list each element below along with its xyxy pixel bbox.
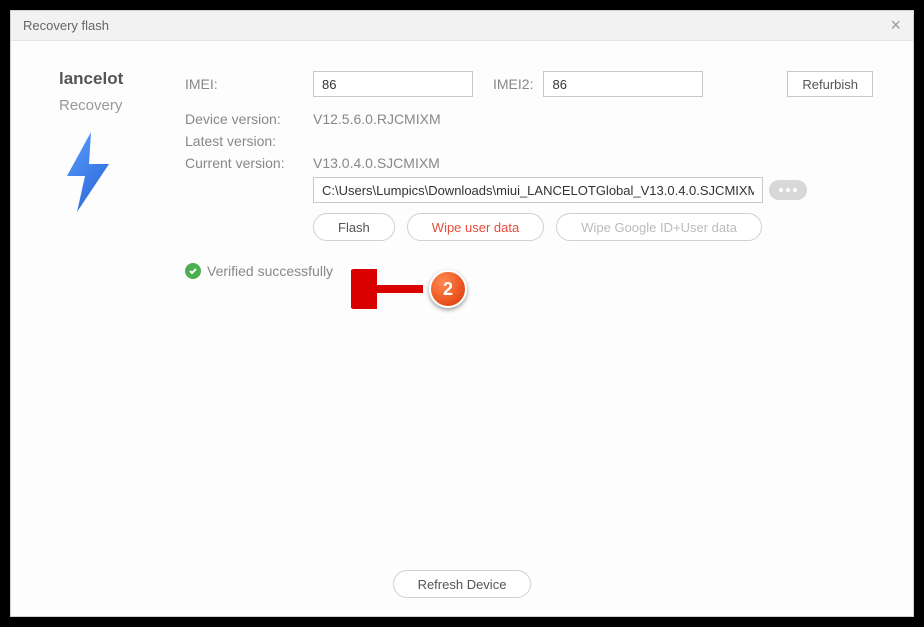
- checkmark-icon: [185, 263, 201, 279]
- close-icon[interactable]: ×: [890, 15, 901, 36]
- wipe-user-data-button[interactable]: Wipe user data: [407, 213, 544, 241]
- imei2-input[interactable]: [543, 71, 703, 97]
- device-sidebar: lancelot Recovery: [59, 69, 169, 212]
- browse-button[interactable]: [769, 180, 807, 200]
- titlebar: Recovery flash ×: [11, 11, 913, 41]
- imei-row: IMEI: IMEI2: Refurbish: [185, 71, 873, 97]
- current-version-value: V13.0.4.0.SJCMIXM: [313, 155, 440, 171]
- status-row: Verified successfully: [185, 263, 873, 279]
- latest-version-label: Latest version:: [185, 133, 313, 149]
- window-title: Recovery flash: [23, 18, 109, 33]
- wipe-google-id-button[interactable]: Wipe Google ID+User data: [556, 213, 762, 241]
- lightning-icon: [59, 132, 169, 212]
- imei-label: IMEI:: [185, 76, 303, 92]
- firmware-path-row: [313, 177, 873, 203]
- device-details: IMEI: IMEI2: Refurbish Device version: V…: [185, 71, 873, 279]
- latest-version-row: Latest version:: [185, 133, 873, 149]
- imei-input[interactable]: [313, 71, 473, 97]
- device-mode: Recovery: [59, 97, 169, 114]
- content-area: lancelot Recovery IMEI: IMEI2: [11, 41, 913, 616]
- footer-row: Refresh Device: [11, 570, 913, 598]
- refresh-device-button[interactable]: Refresh Device: [393, 570, 532, 598]
- device-version-label: Device version:: [185, 111, 313, 127]
- current-version-row: Current version: V13.0.4.0.SJCMIXM: [185, 155, 873, 171]
- imei2-label: IMEI2:: [493, 76, 533, 92]
- device-name: lancelot: [59, 69, 169, 89]
- current-version-label: Current version:: [185, 155, 313, 171]
- firmware-path-input[interactable]: [313, 177, 763, 203]
- recovery-flash-window: Recovery flash × lancelot Recovery: [10, 10, 914, 617]
- device-version-value: V12.5.6.0.RJCMIXM: [313, 111, 441, 127]
- device-version-row: Device version: V12.5.6.0.RJCMIXM: [185, 111, 873, 127]
- status-text: Verified successfully: [207, 263, 333, 279]
- flash-button[interactable]: Flash: [313, 213, 395, 241]
- refurbish-button[interactable]: Refurbish: [787, 71, 873, 97]
- action-buttons-row: Flash Wipe user data Wipe Google ID+User…: [313, 213, 873, 241]
